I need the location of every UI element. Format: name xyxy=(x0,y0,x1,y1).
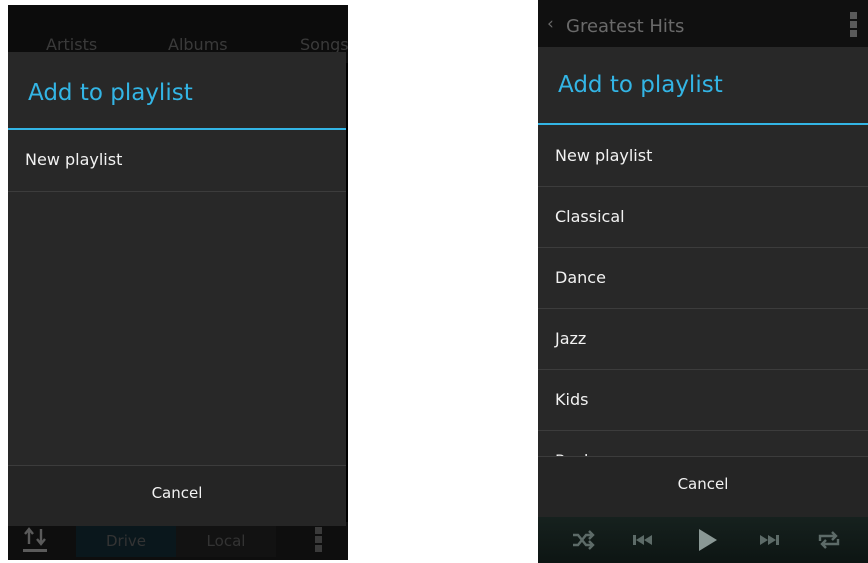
dialog-button-bar: Cancel xyxy=(8,465,346,526)
list-item-new-playlist[interactable]: New playlist xyxy=(8,130,346,192)
list-item-jazz[interactable]: Jazz xyxy=(538,309,868,370)
cancel-button[interactable]: Cancel xyxy=(8,484,346,502)
list-item-new-playlist[interactable]: New playlist xyxy=(538,125,868,187)
add-to-playlist-dialog: Add to playlist New playlist Cancel xyxy=(8,52,346,526)
list-item-label: Classical xyxy=(555,207,625,226)
left-phone-screen: Artists Albums Songs Drive Local Add to … xyxy=(8,5,348,560)
list-item-label: New playlist xyxy=(555,146,653,165)
dialog-title: Add to playlist xyxy=(538,47,868,125)
right-phone-screen: ‹ Greatest Hits Add to playlist New play… xyxy=(538,0,868,563)
overflow-menu-icon[interactable] xyxy=(850,12,857,39)
list-item-label: New playlist xyxy=(25,150,123,169)
shuffle-icon[interactable] xyxy=(570,527,596,553)
next-icon[interactable] xyxy=(756,527,782,553)
dialog-title: Add to playlist xyxy=(8,52,346,130)
chevron-left-icon[interactable]: ‹ xyxy=(547,14,554,34)
previous-icon[interactable] xyxy=(630,527,656,553)
repeat-icon[interactable] xyxy=(816,527,842,553)
cancel-button[interactable]: Cancel xyxy=(538,475,868,493)
list-item-label: Kids xyxy=(555,390,589,409)
album-header: ‹ Greatest Hits xyxy=(538,0,868,47)
list-item-label: Jazz xyxy=(555,329,587,348)
list-item-dance[interactable]: Dance xyxy=(538,248,868,309)
play-icon[interactable] xyxy=(694,527,720,553)
list-item-label: Dance xyxy=(555,268,606,287)
album-title: Greatest Hits xyxy=(566,16,685,37)
list-item-classical[interactable]: Classical xyxy=(538,187,868,248)
dialog-button-bar: Cancel xyxy=(538,456,868,517)
list-item-kids[interactable]: Kids xyxy=(538,370,868,431)
player-bar xyxy=(538,517,868,563)
add-to-playlist-dialog: Add to playlist New playlist Classical D… xyxy=(538,47,868,517)
